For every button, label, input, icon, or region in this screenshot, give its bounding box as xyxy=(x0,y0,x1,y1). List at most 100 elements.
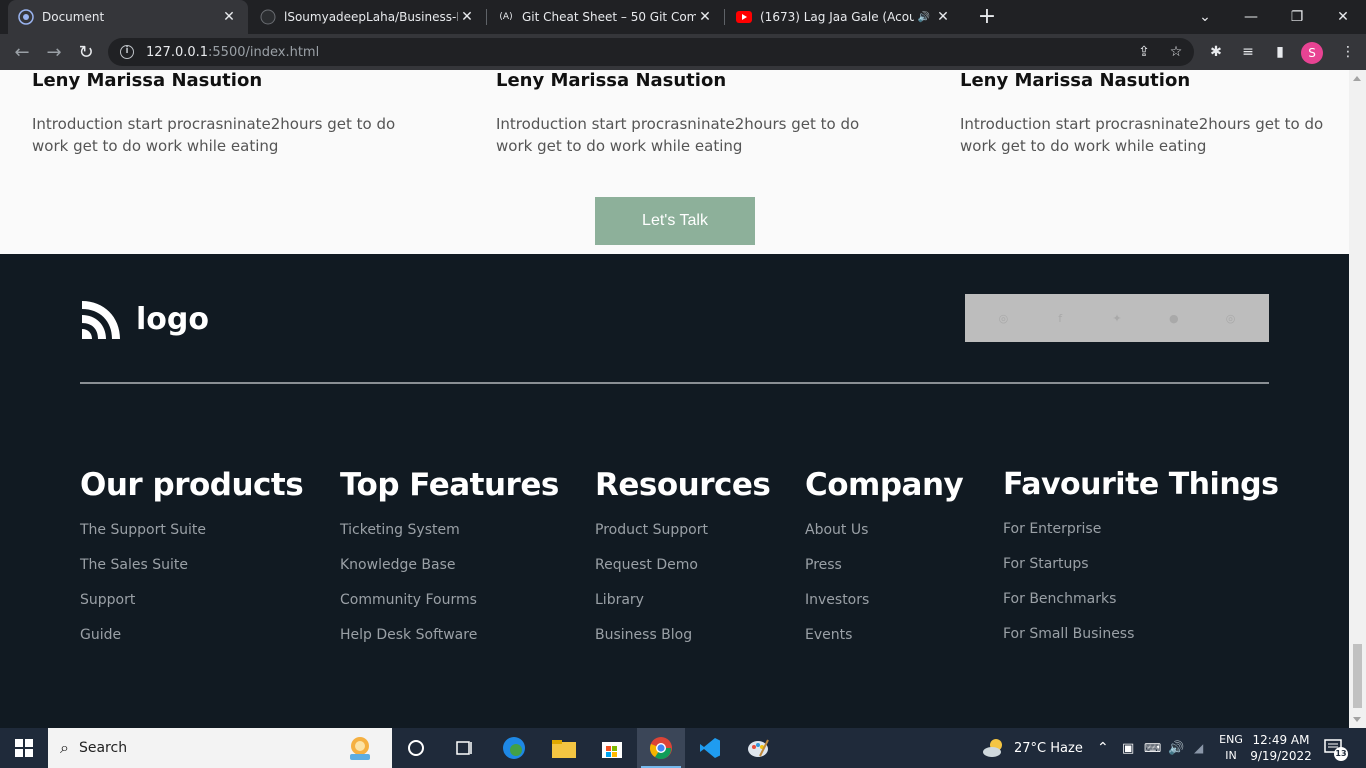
search-icon: ⌕ xyxy=(60,738,69,757)
tab-separator xyxy=(724,9,725,25)
site-info-icon[interactable]: i xyxy=(120,45,134,59)
paint-icon[interactable] xyxy=(734,728,782,768)
weather-widget[interactable]: 27°C Haze xyxy=(982,728,1083,768)
lets-talk-button[interactable]: Let's Talk xyxy=(595,197,755,245)
facebook-icon[interactable]: f xyxy=(1053,311,1067,325)
footer-link[interactable]: Request Demo xyxy=(595,548,770,583)
audio-playing-icon[interactable]: 🔊 xyxy=(918,12,930,23)
restore-button[interactable]: ❐ xyxy=(1274,0,1320,34)
testimonial-card: Leny Marissa Nasution Introduction start… xyxy=(496,70,876,157)
footer-column-resources: Resources Product Support Request Demo L… xyxy=(595,467,771,653)
footer-link[interactable]: Ticketing System xyxy=(340,513,559,548)
input-language[interactable]: ENG IN xyxy=(1214,732,1248,764)
tab-youtube[interactable]: (1673) Lag Jaa Gale (Acoustic) 🔊 ✕ xyxy=(726,0,962,34)
share-icon[interactable]: ⇪ xyxy=(1134,42,1154,62)
clock-time: 12:49 AM xyxy=(1252,733,1310,747)
column-heading: Favourite Things xyxy=(1003,467,1279,502)
tab-title: Document xyxy=(42,10,105,24)
close-tab-icon[interactable]: ✕ xyxy=(934,9,952,25)
system-clock[interactable]: 12:49 AM 9/19/2022 xyxy=(1248,732,1314,764)
github-icon xyxy=(260,9,276,25)
cloudy-moon-icon xyxy=(983,739,1002,757)
footer-link[interactable]: Guide xyxy=(80,618,303,653)
edge-icon[interactable] xyxy=(490,728,538,768)
column-heading: Company xyxy=(805,467,964,503)
task-view-icon[interactable] xyxy=(440,728,488,768)
microsoft-store-icon[interactable] xyxy=(588,728,636,768)
footer-link[interactable]: Events xyxy=(805,618,963,653)
instagram-icon[interactable]: ◎ xyxy=(1224,311,1238,325)
close-tab-icon[interactable]: ✕ xyxy=(220,9,238,25)
footer-link[interactable]: About Us xyxy=(805,513,963,548)
meet-now-icon[interactable]: ▣ xyxy=(1122,728,1134,768)
tab-search-icon[interactable]: ⌄ xyxy=(1182,0,1228,34)
start-button[interactable] xyxy=(0,728,48,768)
scrollbar-thumb[interactable] xyxy=(1353,644,1362,708)
vscode-icon[interactable] xyxy=(686,728,734,768)
testimonial-name: Leny Marissa Nasution xyxy=(32,70,263,91)
footer-link[interactable]: For Benchmarks xyxy=(1003,582,1279,617)
windows-logo-icon xyxy=(15,739,33,757)
footer-link[interactable]: Product Support xyxy=(595,513,770,548)
footer-link[interactable]: Investors xyxy=(805,583,963,618)
scroll-up-arrow[interactable] xyxy=(1353,76,1361,81)
reading-list-icon[interactable]: ≡ xyxy=(1238,42,1258,62)
cortana-icon[interactable] xyxy=(392,728,440,768)
vertical-scrollbar[interactable] xyxy=(1349,70,1366,728)
tab-title: (1673) Lag Jaa Gale (Acoustic) xyxy=(760,10,914,24)
profile-avatar[interactable]: S xyxy=(1301,42,1323,64)
input-indicator-icon[interactable]: ⌨ xyxy=(1144,728,1161,768)
forward-button[interactable]: → xyxy=(42,40,66,64)
page-viewport: Leny Marissa Nasution Introduction start… xyxy=(0,70,1366,728)
search-placeholder: Search xyxy=(78,740,128,756)
scroll-down-arrow[interactable] xyxy=(1353,717,1361,722)
footer-link[interactable]: For Small Business xyxy=(1003,617,1279,652)
globe-icon xyxy=(18,9,34,25)
instagram-icon[interactable]: ◎ xyxy=(996,311,1010,325)
region-code: IN xyxy=(1225,749,1237,762)
side-panel-icon[interactable]: ▮ xyxy=(1270,42,1290,62)
tab-document[interactable]: Document ✕ xyxy=(8,0,248,34)
tab-git-cheat-sheet[interactable]: (A) Git Cheat Sheet – 50 Git Commands ✕ xyxy=(488,0,725,34)
file-explorer-icon[interactable] xyxy=(540,728,588,768)
new-tab-button[interactable]: + xyxy=(976,4,998,30)
footer-link[interactable]: Support xyxy=(80,583,303,618)
close-window-button[interactable]: ✕ xyxy=(1320,0,1366,34)
show-hidden-icons-icon[interactable]: ⌃ xyxy=(1097,728,1109,768)
address-bar[interactable]: i 127.0.0.1:5500/index.html xyxy=(108,38,1194,66)
volume-icon[interactable]: 🔊 xyxy=(1168,728,1184,768)
testimonial-intro: Introduction start procrasninate2hours g… xyxy=(496,115,860,155)
column-heading: Top Features xyxy=(340,467,559,503)
url-path: :5500/index.html xyxy=(208,44,320,60)
social-links: ◎ f ✦ ● ◎ xyxy=(965,294,1269,342)
footer-link[interactable]: Press xyxy=(805,548,963,583)
extensions-icon[interactable]: ✱ xyxy=(1206,42,1226,62)
footer-link[interactable]: Knowledge Base xyxy=(340,548,559,583)
tab-separator xyxy=(486,9,487,25)
close-tab-icon[interactable]: ✕ xyxy=(458,9,476,25)
site-logo[interactable]: logo xyxy=(80,297,209,341)
footer-link[interactable]: Help Desk Software xyxy=(340,618,559,653)
close-tab-icon[interactable]: ✕ xyxy=(696,9,714,25)
chrome-icon[interactable] xyxy=(637,728,685,768)
footer-link[interactable]: The Support Suite xyxy=(80,513,303,548)
notification-center-icon[interactable]: 13 xyxy=(1324,728,1348,768)
back-button[interactable]: ← xyxy=(10,40,34,64)
menu-kebab-icon[interactable]: ⋮ xyxy=(1338,42,1358,62)
logo-text: logo xyxy=(136,301,209,337)
bookmark-star-icon[interactable]: ☆ xyxy=(1166,42,1186,62)
footer-column-products: Our products The Support Suite The Sales… xyxy=(80,467,304,653)
tab-github[interactable]: lSoumyadeepLaha/Business-Landing ✕ xyxy=(250,0,487,34)
footer-link[interactable]: The Sales Suite xyxy=(80,548,303,583)
reload-button[interactable]: ↻ xyxy=(74,40,98,64)
minimize-button[interactable]: — xyxy=(1228,0,1274,34)
footer-link[interactable]: Library xyxy=(595,583,770,618)
footer-link[interactable]: For Startups xyxy=(1003,547,1279,582)
github-icon[interactable]: ● xyxy=(1167,311,1181,325)
network-icon[interactable]: ◢ xyxy=(1194,728,1203,768)
footer-link[interactable]: Business Blog xyxy=(595,618,770,653)
taskbar-search[interactable]: ⌕ Search xyxy=(48,728,392,768)
footer-link[interactable]: Community Fourms xyxy=(340,583,559,618)
footer-link[interactable]: For Enterprise xyxy=(1003,512,1279,547)
twitter-icon[interactable]: ✦ xyxy=(1110,311,1124,325)
